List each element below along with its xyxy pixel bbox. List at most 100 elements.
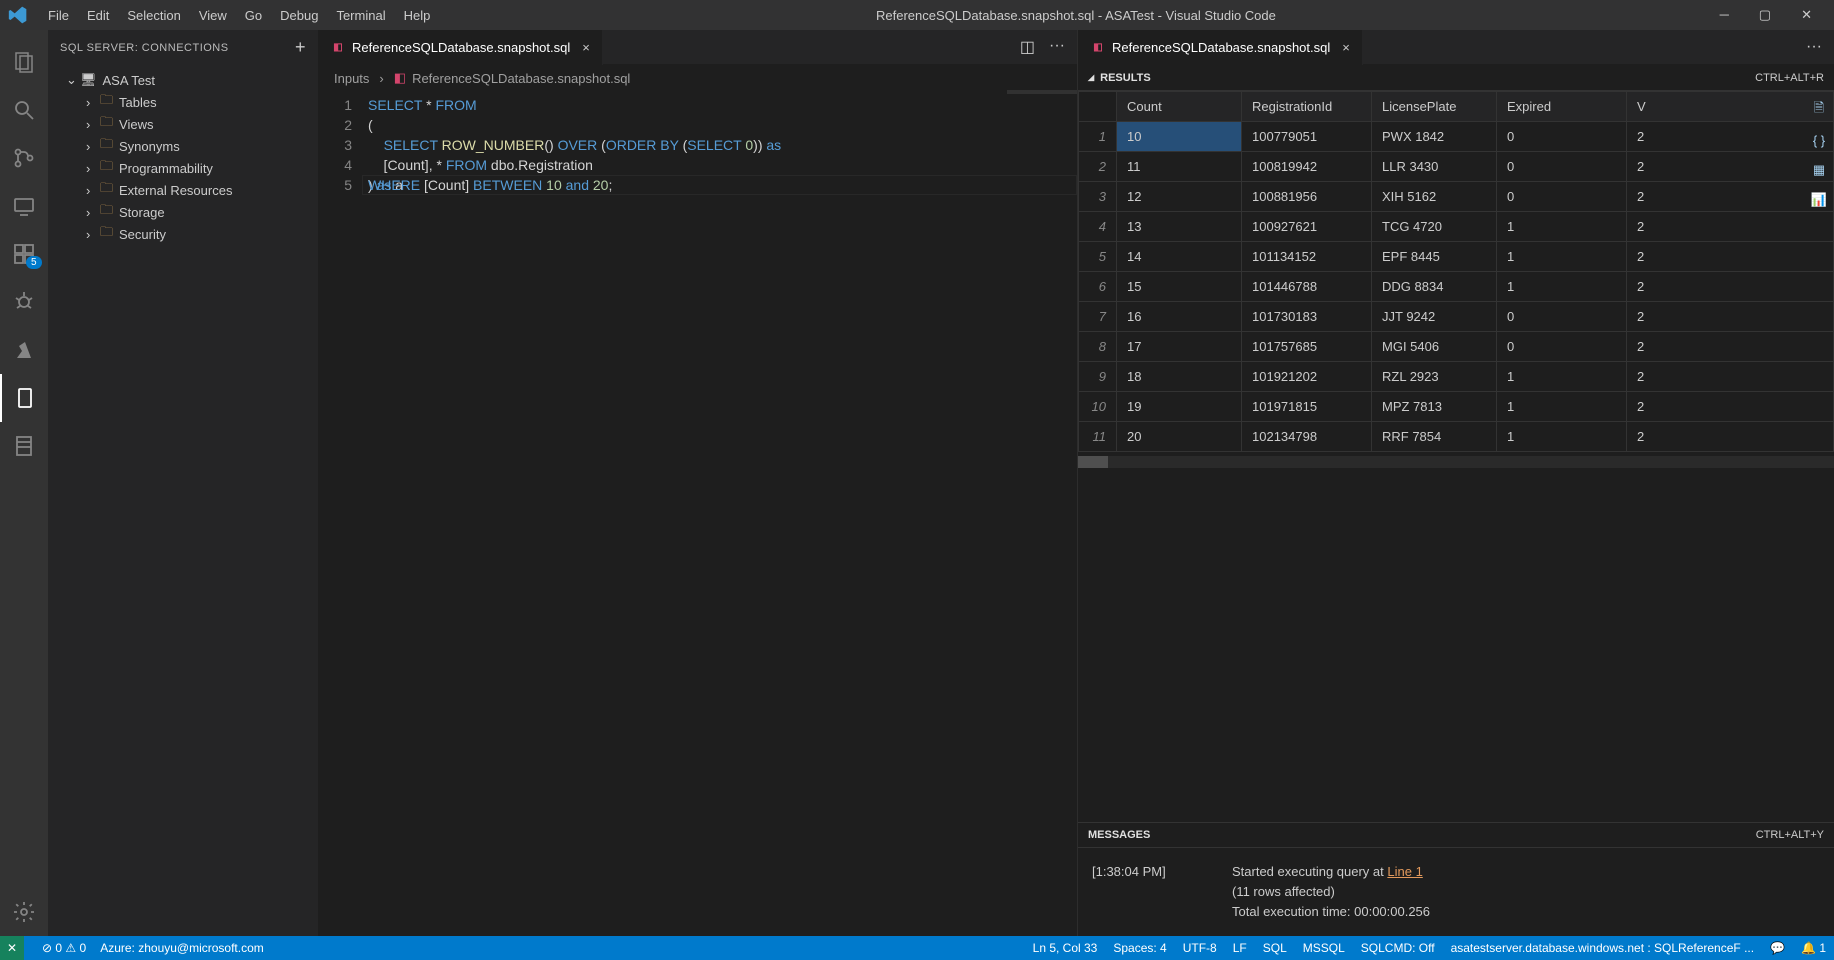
cell-registrationid[interactable]: 101134152 — [1242, 242, 1372, 272]
table-row[interactable]: 716101730183JJT 924202 — [1079, 302, 1834, 332]
col-partial[interactable]: V — [1627, 92, 1834, 122]
table-row[interactable]: 211100819942LLR 343002 — [1079, 152, 1834, 182]
col-expired[interactable]: Expired — [1497, 92, 1627, 122]
source-control-icon[interactable] — [0, 134, 48, 182]
cell-registrationid[interactable]: 100779051 — [1242, 122, 1372, 152]
cell-count[interactable]: 10 — [1117, 122, 1242, 152]
indent-status[interactable]: Spaces: 4 — [1113, 941, 1166, 955]
cell-registrationid[interactable]: 100927621 — [1242, 212, 1372, 242]
table-row[interactable]: 615101446788DDG 883412 — [1079, 272, 1834, 302]
minimize-button[interactable]: ─ — [1714, 5, 1735, 25]
cell-licenseplate[interactable]: TCG 4720 — [1372, 212, 1497, 242]
cell-count[interactable]: 16 — [1117, 302, 1242, 332]
search-icon[interactable] — [0, 86, 48, 134]
table-row[interactable]: 918101921202RZL 292312 — [1079, 362, 1834, 392]
table-row[interactable]: 817101757685MGI 540602 — [1079, 332, 1834, 362]
notebook-icon[interactable] — [0, 422, 48, 470]
col-registrationid[interactable]: RegistrationId — [1242, 92, 1372, 122]
remote-explorer-icon[interactable] — [0, 182, 48, 230]
explorer-icon[interactable] — [0, 38, 48, 86]
breadcrumb-file[interactable]: ReferenceSQLDatabase.snapshot.sql — [412, 71, 630, 86]
results-grid[interactable]: Count RegistrationId LicensePlate Expire… — [1078, 91, 1834, 452]
tab-close-icon[interactable]: × — [582, 40, 590, 55]
azure-account-status[interactable]: Azure: zhouyu@microsoft.com — [100, 941, 264, 955]
table-row[interactable]: 1019101971815MPZ 781312 — [1079, 392, 1834, 422]
cell-count[interactable]: 12 — [1117, 182, 1242, 212]
table-row[interactable]: 312100881956XIH 516202 — [1079, 182, 1834, 212]
cell-registrationid[interactable]: 100819942 — [1242, 152, 1372, 182]
cell-partial[interactable]: 2 — [1627, 242, 1834, 272]
results-horizontal-scrollbar[interactable] — [1078, 456, 1834, 468]
table-row[interactable]: 514101134152EPF 844512 — [1079, 242, 1834, 272]
menu-view[interactable]: View — [191, 4, 235, 27]
split-editor-icon[interactable]: ◫ — [1020, 37, 1035, 57]
cursor-position-status[interactable]: Ln 5, Col 33 — [1033, 941, 1098, 955]
cell-licenseplate[interactable]: RRF 7854 — [1372, 422, 1497, 452]
cell-registrationid[interactable]: 100881956 — [1242, 182, 1372, 212]
add-connection-button[interactable]: + — [295, 37, 306, 58]
cell-count[interactable]: 11 — [1117, 152, 1242, 182]
breadcrumbs[interactable]: Inputs ◧ ReferenceSQLDatabase.snapshot.s… — [318, 65, 1077, 91]
language-status[interactable]: SQL — [1263, 941, 1287, 955]
sql-server-icon[interactable] — [0, 374, 48, 422]
cell-registrationid[interactable]: 101757685 — [1242, 332, 1372, 362]
sqlcmd-status[interactable]: SQLCMD: Off — [1361, 941, 1435, 955]
cell-partial[interactable]: 2 — [1627, 212, 1834, 242]
cell-licenseplate[interactable]: LLR 3430 — [1372, 152, 1497, 182]
tree-item-security[interactable]: ›🗀Security — [48, 223, 318, 245]
cell-licenseplate[interactable]: RZL 2923 — [1372, 362, 1497, 392]
tab-close-icon[interactable]: × — [1342, 40, 1350, 55]
table-row[interactable]: 413100927621TCG 472012 — [1079, 212, 1834, 242]
save-csv-icon[interactable]: 🗎 — [1808, 99, 1830, 121]
cell-expired[interactable]: 0 — [1497, 182, 1627, 212]
menu-selection[interactable]: Selection — [119, 4, 188, 27]
cell-expired[interactable]: 1 — [1497, 392, 1627, 422]
cell-count[interactable]: 18 — [1117, 362, 1242, 392]
cell-expired[interactable]: 0 — [1497, 122, 1627, 152]
mssql-status[interactable]: MSSQL — [1303, 941, 1345, 955]
notifications-icon[interactable]: 🔔 1 — [1801, 941, 1826, 955]
cell-registrationid[interactable]: 101446788 — [1242, 272, 1372, 302]
cell-licenseplate[interactable]: MPZ 7813 — [1372, 392, 1497, 422]
encoding-status[interactable]: UTF-8 — [1183, 941, 1217, 955]
cell-count[interactable]: 13 — [1117, 212, 1242, 242]
debug-icon[interactable] — [0, 278, 48, 326]
cell-registrationid[interactable]: 101730183 — [1242, 302, 1372, 332]
cell-partial[interactable]: 2 — [1627, 332, 1834, 362]
settings-gear-icon[interactable] — [0, 888, 48, 936]
cell-expired[interactable]: 1 — [1497, 422, 1627, 452]
col-licenseplate[interactable]: LicensePlate — [1372, 92, 1497, 122]
menu-edit[interactable]: Edit — [79, 4, 117, 27]
cell-partial[interactable]: 2 — [1627, 152, 1834, 182]
cell-partial[interactable]: 2 — [1627, 122, 1834, 152]
cell-licenseplate[interactable]: JJT 9242 — [1372, 302, 1497, 332]
tree-item-synonyms[interactable]: ›🗀Synonyms — [48, 135, 318, 157]
remote-indicator-icon[interactable]: ✕ — [0, 936, 24, 960]
messages-header[interactable]: MESSAGES CTRL+ALT+Y — [1078, 822, 1834, 848]
azure-icon[interactable] — [0, 326, 48, 374]
cell-registrationid[interactable]: 101921202 — [1242, 362, 1372, 392]
cell-licenseplate[interactable]: DDG 8834 — [1372, 272, 1497, 302]
cell-count[interactable]: 20 — [1117, 422, 1242, 452]
save-json-icon[interactable]: { } — [1808, 129, 1830, 151]
eol-status[interactable]: LF — [1233, 941, 1247, 955]
cell-partial[interactable]: 2 — [1627, 302, 1834, 332]
cell-expired[interactable]: 1 — [1497, 242, 1627, 272]
cell-expired[interactable]: 1 — [1497, 272, 1627, 302]
cell-licenseplate[interactable]: XIH 5162 — [1372, 182, 1497, 212]
cell-registrationid[interactable]: 101971815 — [1242, 392, 1372, 422]
menu-debug[interactable]: Debug — [272, 4, 326, 27]
cell-expired[interactable]: 0 — [1497, 302, 1627, 332]
cell-licenseplate[interactable]: MGI 5406 — [1372, 332, 1497, 362]
tree-item-storage[interactable]: ›🗀Storage — [48, 201, 318, 223]
more-actions-icon[interactable]: ··· — [1806, 38, 1822, 56]
menu-go[interactable]: Go — [237, 4, 270, 27]
cell-partial[interactable]: 2 — [1627, 272, 1834, 302]
save-excel-icon[interactable]: ▦ — [1808, 159, 1830, 181]
code-editor[interactable]: 1 2 3 4 5 SELECT * FROM ( SELECT ROW_NUM… — [318, 91, 1077, 195]
server-status[interactable]: asatestserver.database.windows.net : SQL… — [1451, 941, 1755, 955]
problems-status[interactable]: ⊘ 0 ⚠ 0 — [42, 941, 86, 955]
more-actions-icon[interactable]: ··· — [1049, 37, 1065, 57]
cell-expired[interactable]: 0 — [1497, 332, 1627, 362]
tree-item-views[interactable]: ›🗀Views — [48, 113, 318, 135]
